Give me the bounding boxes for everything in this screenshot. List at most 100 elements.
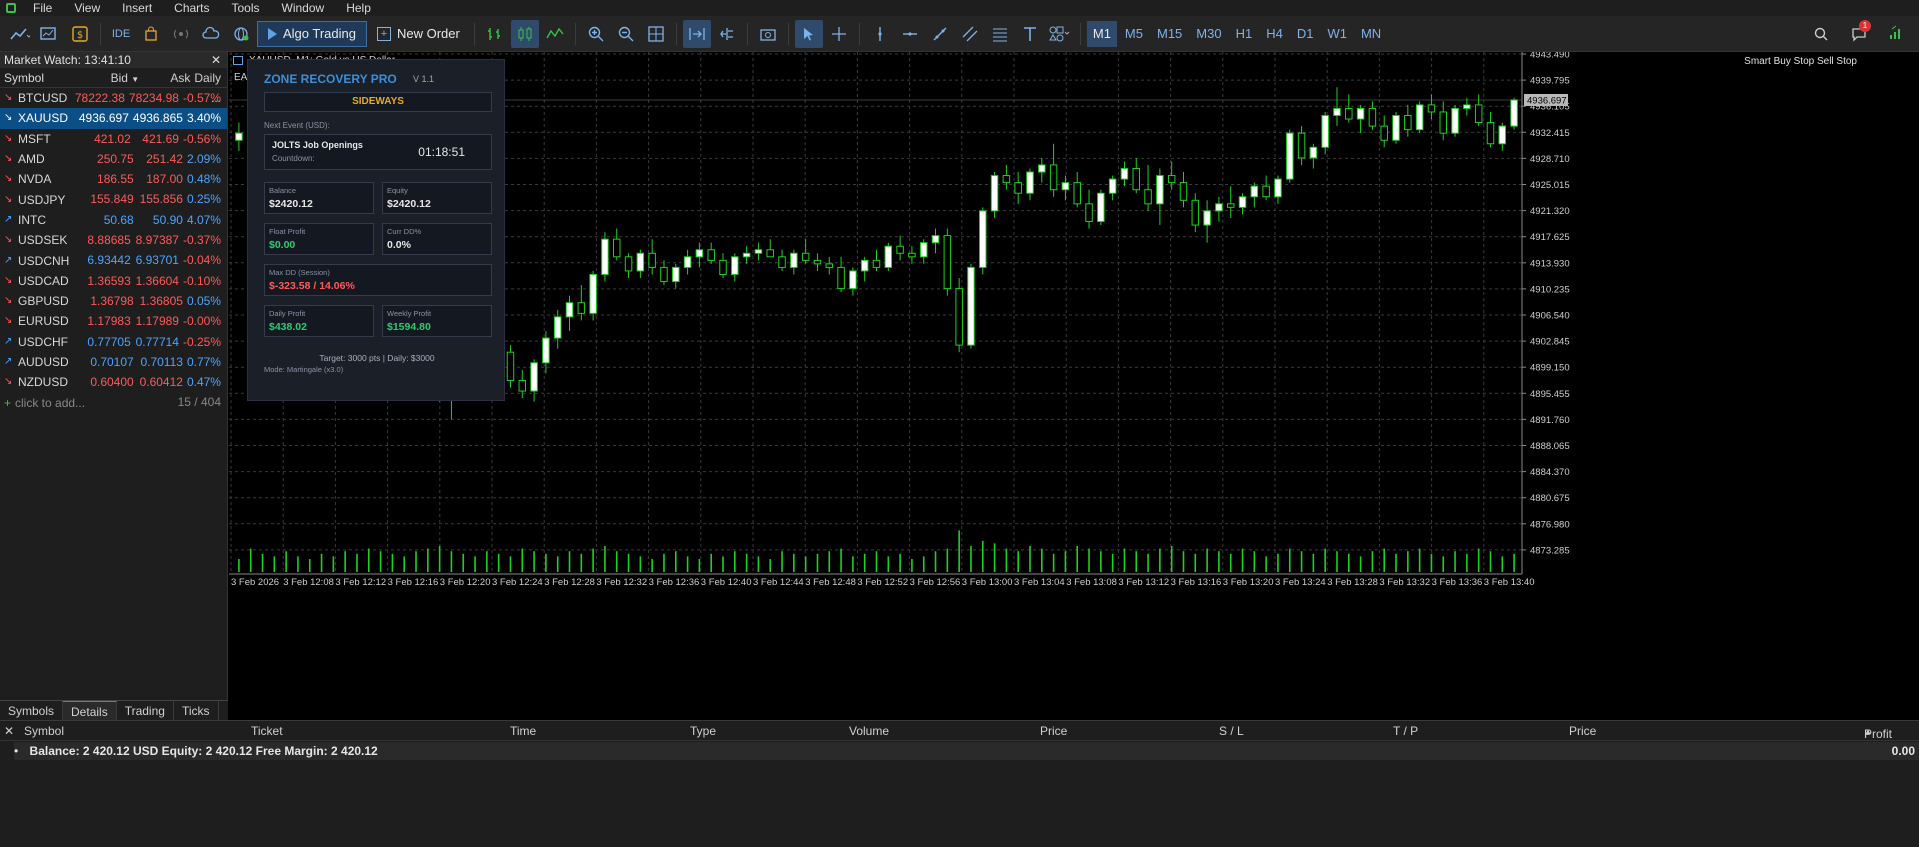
add-symbol-row[interactable]: + click to add... 15 / 404 [0,392,227,412]
market-bag-icon[interactable] [137,20,165,48]
column-symbol[interactable]: Symbol [0,68,79,87]
symbol-row-usdjpy[interactable]: ↘ USDJPY 155.849 155.856 0.25% [0,189,227,209]
bar-chart-icon[interactable] [481,20,509,48]
balance-label: Balance [269,186,297,195]
column-current-price[interactable]: Price [1569,724,1596,738]
menu-charts[interactable]: Charts [163,0,220,16]
close-icon[interactable]: ✕ [4,724,14,738]
sort-up-icon: ▲ [1864,727,1872,736]
symbol-row-usdchf[interactable]: ↗ USDCHF 0.77705 0.77714 -0.25% [0,332,227,352]
tile-windows-icon[interactable] [642,20,670,48]
symbol-row-nvda[interactable]: ↘ NVDA 186.55 187.00 0.48% [0,169,227,189]
new-chart-icon[interactable] [36,20,64,48]
column-sl[interactable]: S / L [1219,724,1244,738]
symbol-row-usdcnh[interactable]: ↗ USDCNH 6.93442 6.93701 -0.04% [0,250,227,270]
weekly-profit-value: $1594.80 [387,321,431,333]
close-icon[interactable]: ✕ [211,52,221,68]
menu-bar: File View Insert Charts Tools Window Hel… [0,0,1919,16]
zoom-out-icon[interactable] [612,20,640,48]
column-tp[interactable]: T / P [1393,724,1418,738]
timeframe-d1[interactable]: D1 [1291,21,1320,47]
signal-icon[interactable] [167,20,195,48]
arrow-down-icon: ↘ [4,315,13,327]
time-label: 3 Feb 13:20 [1223,577,1274,588]
price-label: 4873.285 [1530,545,1570,556]
new-order-button[interactable]: + New Order [369,21,468,47]
add-symbol[interactable]: + click to add... [0,392,160,412]
symbol-row-btcusd[interactable]: ↘ BTCUSD 78222.38 78234.98 -0.57% [0,88,227,108]
tab-trading[interactable]: Trading [117,701,174,720]
symbol-row-gbpusd[interactable]: ↘ GBPUSD 1.36798 1.36805 0.05% [0,291,227,311]
column-bid[interactable]: Bid ▼ [79,68,143,87]
symbol-row-eurusd[interactable]: ↘ EURUSD 1.17983 1.17989 -0.00% [0,311,227,331]
time-label: 3 Feb 13:24 [1275,577,1326,588]
candlestick-icon[interactable] [510,19,539,48]
shapes-icon[interactable] [1046,20,1074,48]
menu-view[interactable]: View [63,0,111,16]
menu-insert[interactable]: Insert [111,0,163,16]
auto-scroll-icon[interactable] [682,19,711,48]
dollar-icon[interactable]: $ [66,20,94,48]
candle-body [518,379,527,392]
symbol-row-nzdusd[interactable]: ↘ NZDUSD 0.60400 0.60412 0.47% [0,372,227,392]
tab-details[interactable]: Details [63,701,117,720]
symbol-row-msft[interactable]: ↘ MSFT 421.02 421.69 -0.56% [0,129,227,149]
balance-summary-row[interactable]: • Balance: 2 420.12 USD Equity: 2 420.12… [14,742,1919,760]
timeframe-mn[interactable]: MN [1355,21,1387,47]
vertical-line-icon[interactable] [866,20,894,48]
column-ticket[interactable]: Ticket [251,724,283,738]
symbol-row-usdsek[interactable]: ↘ USDSEK 8.88685 8.97387 -0.37% [0,230,227,250]
tab-ticks[interactable]: Ticks [174,701,219,720]
candle-body [731,256,739,275]
timeframe-h4[interactable]: H4 [1260,21,1289,47]
symbol-row-audusd[interactable]: ↗ AUDUSD 0.70107 0.70113 0.77% [0,352,227,372]
chart-type-icon[interactable] [6,20,34,48]
candle-body [1439,111,1447,134]
algo-trading-button[interactable]: Algo Trading [257,20,367,47]
screenshot-icon[interactable] [754,20,782,48]
candle-body [624,256,633,272]
timeframe-m15[interactable]: M15 [1151,21,1188,47]
column-volume[interactable]: Volume [849,724,889,738]
ide-button[interactable]: IDE [107,20,135,48]
menu-help[interactable]: Help [335,0,382,16]
timeframe-m1[interactable]: M1 [1086,20,1117,47]
cursor-icon[interactable] [794,19,823,48]
column-ask[interactable]: Ask [143,68,194,87]
symbol-row-xauusd[interactable]: ↘ XAUUSD 4936.697 4936.865 3.40% [0,108,227,129]
fibonacci-icon[interactable] [986,20,1014,48]
symbol-row-intc[interactable]: ↗ INTC 50.68 50.90 4.07% [0,210,227,230]
menu-tools[interactable]: Tools [221,0,271,16]
symbol-row-amd[interactable]: ↘ AMD 250.75 251.42 2.09% [0,149,227,169]
menu-window[interactable]: Window [271,0,336,16]
chart-shift-icon[interactable] [713,20,741,48]
account-level-icon[interactable] [1883,20,1911,48]
column-symbol[interactable]: Symbol [24,724,64,738]
menu-file[interactable]: File [22,0,63,16]
cloud-icon[interactable] [197,20,225,48]
notifications-icon[interactable]: 1 [1845,20,1873,48]
horizontal-line-icon[interactable] [896,20,924,48]
column-type[interactable]: Type [690,724,716,738]
column-price[interactable]: Price [1040,724,1067,738]
balance-value: $2420.12 [269,198,313,210]
text-tool-icon[interactable] [1016,20,1044,48]
column-daily-change[interactable]: Daily ... [194,68,227,105]
line-chart-icon[interactable] [541,20,569,48]
ask-price: 4936.865 [132,111,183,126]
zoom-in-icon[interactable] [582,20,610,48]
channel-icon[interactable] [956,20,984,48]
timeframe-m5[interactable]: M5 [1119,21,1149,47]
trend-line-icon[interactable] [926,20,954,48]
globe-icon[interactable] [227,20,255,48]
symbol-name: ↘ USDSEK [0,230,74,250]
timeframe-m30[interactable]: M30 [1190,21,1227,47]
timeframe-w1[interactable]: W1 [1321,21,1353,47]
crosshair-icon[interactable] [825,20,853,48]
symbol-row-usdcad[interactable]: ↘ USDCAD 1.36593 1.36604 -0.10% [0,271,227,291]
timeframe-h1[interactable]: H1 [1230,21,1259,47]
tab-symbols[interactable]: Symbols [0,701,64,720]
search-icon[interactable] [1807,20,1835,48]
column-time[interactable]: Time [510,724,536,738]
symbol-label: XAUUSD [18,111,69,126]
